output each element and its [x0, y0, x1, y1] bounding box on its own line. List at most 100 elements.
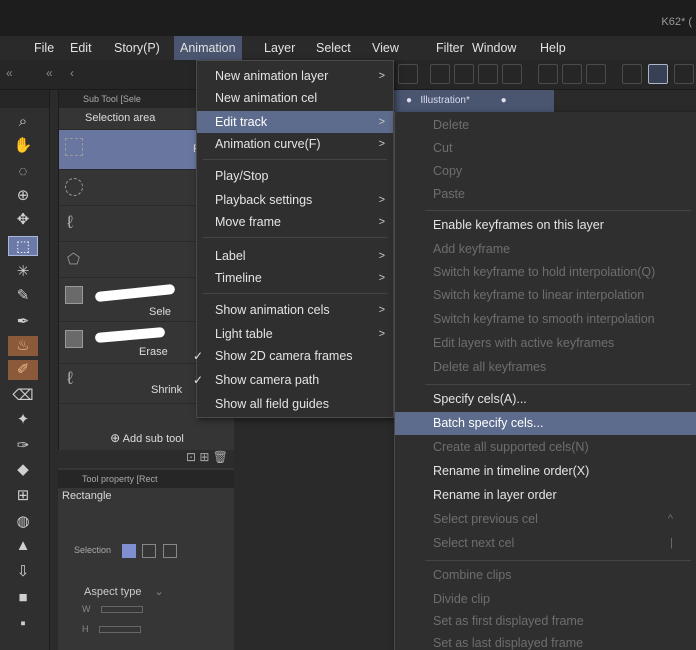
document-tab[interactable]: ● Illustration* ●	[394, 90, 554, 112]
zoom-icon[interactable]: ⌕	[8, 112, 38, 132]
duplicate-icon[interactable]: ⊞	[199, 450, 209, 464]
menu-item-playback-settings[interactable]: Playback settings >	[197, 189, 393, 211]
new-selection-icon[interactable]	[121, 543, 136, 558]
chevron-down-icon[interactable]: ⌄	[155, 586, 164, 598]
fill-tool-icon[interactable]: ◆	[8, 460, 38, 480]
balloon-icon[interactable]: ⇩	[8, 562, 38, 582]
blend-icon[interactable]: ✑	[8, 436, 38, 456]
aspect-type-row[interactable]: Aspect type ⌄	[58, 582, 234, 602]
figure-icon[interactable]: ⊞	[8, 486, 38, 506]
menu-item-animation-curve[interactable]: Animation curve(F) >	[197, 133, 393, 155]
menu-edit[interactable]: Edit	[64, 36, 98, 60]
menu-item-rename-layer-order[interactable]: Rename in layer order	[395, 484, 696, 507]
menu-item-select-previous-cel: Select previous cel ^	[395, 508, 696, 531]
hand-icon[interactable]: ✋	[8, 136, 38, 156]
menu-item-specify-cels[interactable]: Specify cels(A)...	[395, 388, 696, 411]
menu-item-batch-specify-cels[interactable]: Batch specify cels...	[395, 412, 696, 436]
frame-border-icon[interactable]: ◍	[8, 512, 38, 532]
menu-select[interactable]: Select	[310, 36, 357, 60]
menu-layer[interactable]: Layer	[258, 36, 301, 60]
menu-item-label-submenu[interactable]: Label >	[197, 245, 393, 267]
eraser-icon[interactable]: ⌫	[8, 386, 38, 406]
menu-item-linear-interpolation: Switch keyframe to linear interpolation	[433, 288, 645, 302]
close-tab-icon[interactable]: ●	[501, 95, 507, 106]
menu-item-label: Show all field guides	[215, 397, 329, 411]
menu-item-new-animation-cel[interactable]: New animation cel	[197, 87, 393, 109]
height-field[interactable]	[99, 626, 142, 634]
menu-item-edit-track[interactable]: Edit track >	[197, 111, 393, 133]
menu-item-show-animation-cels[interactable]: Show animation cels >	[197, 299, 393, 321]
move-icon[interactable]: ✥	[8, 210, 38, 230]
menu-item-show-camera-path[interactable]: ✓ Show camera path	[193, 369, 393, 391]
menu-item-show-all-field-guides[interactable]: Show all field guides	[197, 393, 393, 415]
edit-track-submenu: Delete Cut Copy Paste Enable keyframes o…	[394, 112, 696, 650]
menu-file[interactable]: File	[28, 36, 60, 60]
menu-item-timeline[interactable]: Timeline >	[197, 267, 393, 289]
menu-item-label: Show animation cels	[215, 303, 330, 317]
menu-item-move-frame[interactable]: Move frame >	[197, 211, 393, 233]
undo-icon[interactable]	[398, 64, 418, 84]
collapse-panel-icon[interactable]: «	[46, 66, 53, 80]
rotate-icon[interactable]: ◌	[8, 162, 38, 182]
menu-item-enable-keyframes[interactable]: Enable keyframes on this layer	[395, 214, 696, 237]
shape-icon[interactable]	[478, 64, 498, 84]
menu-item-show-2d-camera-frames[interactable]: ✓ Show 2D camera frames	[193, 345, 393, 367]
pen-tool-icon[interactable]: ✒	[8, 312, 38, 332]
add-selection-icon[interactable]	[142, 543, 157, 558]
sub-tool-actions: ⊡ ⊞ 🗑	[58, 450, 234, 468]
collapse-icon[interactable]: «	[6, 66, 13, 80]
auto-select-icon[interactable]: ✳	[8, 262, 38, 282]
square-icon[interactable]	[586, 64, 606, 84]
eyedropper-icon[interactable]: ✎	[8, 286, 38, 306]
menu-story[interactable]: Story(P)	[108, 36, 166, 60]
menu-item-set-first-frame: Set as first displayed frame	[433, 614, 584, 628]
menu-view[interactable]: View	[366, 36, 405, 60]
add-sub-tool-button[interactable]: ⊕ Add sub tool	[59, 426, 235, 450]
width-field[interactable]	[101, 606, 144, 614]
correct-line-icon[interactable]: ▪	[8, 614, 38, 634]
animation-menu: New animation layer > New animation cel …	[193, 60, 394, 418]
trash-icon[interactable]: 🗑	[213, 450, 228, 464]
menu-item-light-table[interactable]: Light table >	[197, 323, 393, 345]
ruler-icon[interactable]	[538, 64, 558, 84]
menu-bar: File Edit Story(P) Animation Layer Selec…	[0, 36, 696, 60]
menu-item-copy: Copy	[433, 164, 463, 178]
chevron-right-icon: >	[378, 250, 385, 262]
menu-item-label: Light table	[215, 327, 273, 341]
menu-item-play-stop[interactable]: Play/Stop	[197, 165, 393, 187]
menu-item-label: Timeline	[215, 271, 262, 285]
menu-item-select-next-cel: Select next cel |	[395, 532, 696, 555]
check-box-icon[interactable]	[622, 64, 642, 84]
menu-separator	[203, 293, 387, 294]
menu-item-set-last-frame: Set as last displayed frame	[433, 636, 584, 650]
add-circle-icon: ⊕	[110, 431, 121, 445]
subtract-selection-icon[interactable]	[162, 543, 177, 558]
frame-icon[interactable]	[502, 64, 522, 84]
menu-item-new-animation-layer[interactable]: New animation layer >	[197, 65, 393, 87]
menu-item-add-keyframe: Add keyframe	[433, 242, 511, 256]
pencil-icon[interactable]: ✐	[8, 360, 38, 380]
sub-tool-label: Shrink	[151, 384, 183, 396]
menu-item-label: Select previous cel	[433, 512, 538, 526]
back-icon[interactable]: ‹	[70, 66, 74, 80]
object-icon[interactable]: ⊕	[8, 186, 38, 206]
pen-icon[interactable]	[674, 64, 694, 84]
decoration-icon[interactable]: ✦	[8, 410, 38, 430]
copy-icon[interactable]: ⊡	[186, 450, 196, 464]
fill-icon[interactable]	[454, 64, 474, 84]
ruler-tool-icon[interactable]: ■	[8, 588, 38, 608]
menu-item-label: Show camera path	[215, 373, 320, 387]
menu-window[interactable]: Window	[466, 36, 522, 60]
brush-stroke-preview	[94, 283, 176, 303]
transform-icon[interactable]	[430, 64, 450, 84]
menu-item-label: Label	[215, 249, 246, 263]
box-icon[interactable]	[562, 64, 582, 84]
pen-check-icon[interactable]	[648, 64, 668, 84]
menu-help[interactable]: Help	[534, 36, 572, 60]
menu-filter[interactable]: Filter	[430, 36, 470, 60]
text-icon[interactable]: ▲	[8, 536, 38, 556]
menu-item-rename-timeline-order[interactable]: Rename in timeline order(X)	[395, 460, 696, 483]
menu-animation[interactable]: Animation	[174, 36, 242, 60]
brush-icon[interactable]: ♨	[8, 336, 38, 356]
selection-icon[interactable]: ⬚	[8, 236, 38, 256]
